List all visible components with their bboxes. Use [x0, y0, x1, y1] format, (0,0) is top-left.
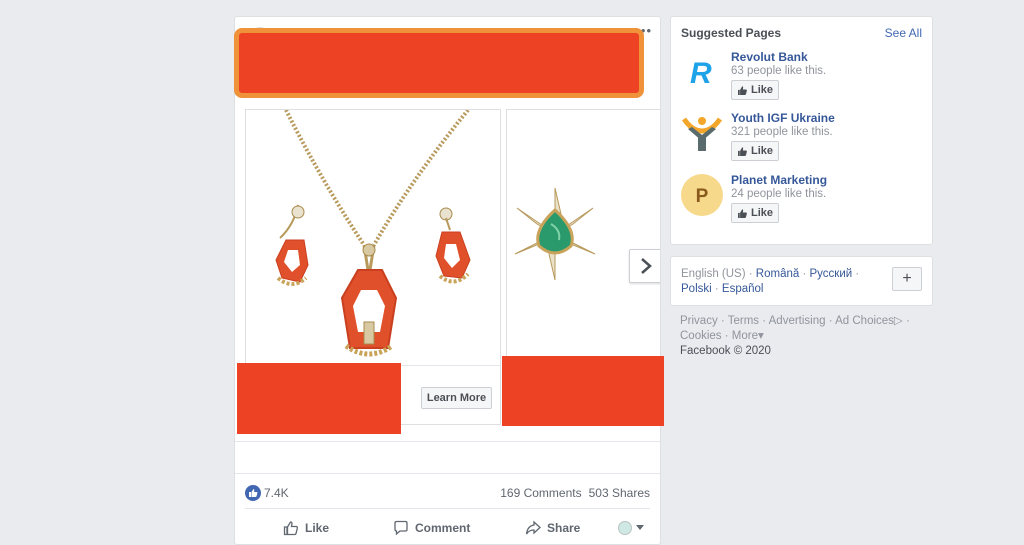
- page-likes-count: 24 people like this.: [731, 188, 827, 200]
- footer-links: Privacy · Terms · Advertising · Ad Choic…: [680, 315, 910, 357]
- page-name-link[interactable]: Youth IGF Ukraine: [731, 111, 835, 125]
- page-avatar-icon: [618, 521, 632, 535]
- footer-link-more[interactable]: More: [732, 330, 758, 342]
- svg-text:P: P: [696, 186, 709, 207]
- footer-link-ad-choices[interactable]: Ad Choices: [835, 315, 894, 327]
- redacted-card-title: [237, 363, 401, 434]
- comment-button[interactable]: Comment: [393, 520, 470, 536]
- page-likes-count: 321 people like this.: [731, 126, 833, 138]
- footer-link-cookies[interactable]: Cookies: [680, 330, 722, 342]
- share-button[interactable]: Share: [525, 520, 580, 536]
- share-label: Share: [547, 521, 581, 535]
- redacted-post-header: [234, 28, 644, 98]
- current-language: English (US): [681, 268, 746, 280]
- product-image-emerald-ring[interactable]: [507, 110, 660, 366]
- post-divider: [235, 473, 660, 474]
- page-name-link[interactable]: Revolut Bank: [731, 50, 808, 64]
- carousel-next-button[interactable]: [629, 249, 660, 283]
- copyright-text: Facebook © 2020: [680, 345, 771, 357]
- suggested-page-item: P Planet Marketing 24 people like this. …: [681, 172, 924, 226]
- language-list: English (US) · Română · Русский · Polski…: [681, 268, 860, 295]
- page-like-button[interactable]: Like: [731, 203, 779, 223]
- share-icon: [525, 520, 541, 535]
- planet-marketing-logo-icon[interactable]: P: [681, 174, 723, 216]
- see-all-link[interactable]: See All: [885, 26, 922, 40]
- suggested-page-item: R Revolut Bank 63 people like this. Like: [681, 49, 924, 103]
- learn-more-button[interactable]: Learn More: [421, 387, 492, 409]
- revolut-logo-icon[interactable]: R: [681, 51, 723, 93]
- suggested-page-item: Youth IGF Ukraine 321 people like this. …: [681, 110, 924, 164]
- redacted-card-title: [502, 356, 664, 426]
- add-language-button[interactable]: +: [892, 267, 922, 291]
- like-label: Like: [305, 521, 330, 535]
- audience-selector[interactable]: [618, 521, 644, 535]
- language-link-romana[interactable]: Română: [756, 268, 799, 280]
- thumbs-up-icon: [283, 521, 299, 536]
- youth-igf-logo-icon[interactable]: [681, 112, 723, 154]
- suggested-pages-title: Suggested Pages: [681, 26, 782, 40]
- page-name-link[interactable]: Planet Marketing: [731, 173, 827, 187]
- jewelry-illustration: [275, 110, 471, 357]
- page-like-button[interactable]: Like: [731, 141, 779, 161]
- chevron-right-icon: [641, 258, 652, 274]
- page-like-button[interactable]: Like: [731, 80, 779, 100]
- language-link-espanol[interactable]: Español: [722, 283, 764, 295]
- more-caret-icon: ▾: [758, 330, 764, 342]
- thumbs-up-icon: [738, 208, 747, 218]
- thumbs-up-icon: [738, 85, 747, 95]
- language-link-russian[interactable]: Русский: [810, 268, 853, 280]
- footer-link-advertising[interactable]: Advertising: [769, 315, 826, 327]
- footer-link-terms[interactable]: Terms: [728, 315, 759, 327]
- emerald-illustration: [514, 187, 596, 281]
- language-link-polski[interactable]: Polski: [681, 283, 712, 295]
- post-stats: 7.4K 169 Comments 503 Shares: [245, 483, 650, 503]
- page-likes-count: 63 people like this.: [731, 65, 827, 77]
- footer-link-privacy[interactable]: Privacy: [680, 315, 718, 327]
- svg-text:R: R: [690, 57, 712, 89]
- ad-choices-icon: ▷: [893, 315, 903, 327]
- comment-icon: [394, 520, 408, 536]
- post-divider: [235, 441, 660, 442]
- suggested-pages-panel: Suggested Pages See All R Revolut Bank 6…: [670, 16, 933, 245]
- like-button-label: Like: [750, 207, 773, 219]
- like-reaction-icon: [245, 485, 261, 501]
- thumbs-up-icon: [738, 146, 747, 156]
- comments-count[interactable]: 169 Comments: [500, 486, 581, 500]
- post-actions: Like Comment Share: [245, 514, 650, 542]
- comment-label: Comment: [415, 521, 471, 535]
- post-divider: [245, 508, 650, 509]
- caret-down-icon: [636, 525, 644, 530]
- product-image-necklace-earrings[interactable]: [246, 110, 500, 366]
- like-button[interactable]: Like: [283, 520, 329, 536]
- language-panel: English (US) · Română · Русский · Polski…: [670, 256, 933, 306]
- like-button-label: Like: [750, 145, 773, 157]
- reactions-count[interactable]: 7.4K: [264, 486, 289, 500]
- shares-count[interactable]: 503 Shares: [589, 486, 650, 500]
- like-button-label: Like: [750, 84, 773, 96]
